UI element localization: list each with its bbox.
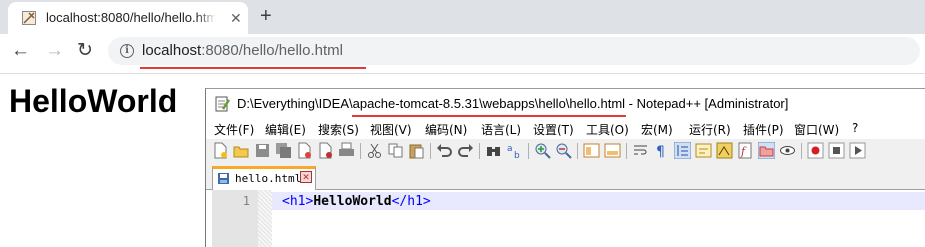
notepad-titlebar: D:\Everything\IDEA\apache-tomcat-8.5.31\…	[206, 89, 925, 119]
svg-text:a: a	[507, 144, 513, 154]
close-file-icon[interactable]	[296, 142, 313, 159]
title-path: apache-tomcat-8.5.31\webapps\hello\hello…	[352, 96, 626, 111]
find-icon[interactable]	[485, 142, 502, 159]
tab-title: localhost:8080/hello/hello.html	[46, 10, 216, 25]
zoom-out-icon[interactable]	[555, 142, 572, 159]
toolbar-separator	[430, 143, 431, 159]
menu-file[interactable]: 文件(F)	[214, 121, 254, 138]
copy-icon[interactable]	[387, 142, 404, 159]
notepad-app-icon	[215, 96, 230, 112]
document-tab[interactable]: hello.html ✕	[212, 166, 316, 190]
browser-tab[interactable]: localhost:8080/hello/hello.html ✕	[8, 2, 248, 34]
redo-icon[interactable]	[457, 142, 474, 159]
paste-icon[interactable]	[408, 142, 425, 159]
code-open-tag: <h1>	[282, 194, 314, 209]
menu-language[interactable]: 语言(L)	[481, 121, 521, 138]
browser-tabstrip: localhost:8080/hello/hello.html ✕ +	[0, 0, 925, 34]
notepad-window: D:\Everything\IDEA\apache-tomcat-8.5.31\…	[205, 88, 925, 247]
code-text: HelloWorld	[313, 194, 392, 209]
toolbar-separator	[479, 143, 480, 159]
menu-help[interactable]: ?	[852, 121, 858, 135]
url-path: :8080/hello/hello.html	[201, 42, 343, 59]
menu-encoding[interactable]: 编码(N)	[425, 121, 467, 138]
title-prefix: D:\Everything\IDEA\	[237, 96, 353, 111]
udl-icon[interactable]	[695, 142, 712, 159]
stop-macro-icon[interactable]	[828, 142, 845, 159]
folder-workspace-icon[interactable]	[758, 142, 775, 159]
file-saved-icon	[218, 173, 229, 184]
menu-run[interactable]: 运行(R)	[689, 121, 731, 138]
editor-area[interactable]: 1 <h1>HelloWorld</h1>	[206, 190, 925, 247]
save-all-icon[interactable]	[275, 142, 292, 159]
notepad-toolbar: ab ¶ f	[206, 139, 925, 163]
site-info-icon[interactable]: i	[120, 44, 134, 58]
document-tab-close-icon[interactable]: ✕	[300, 171, 312, 183]
tab-close-icon[interactable]: ✕	[230, 10, 242, 26]
url-annotation-underline	[140, 67, 366, 69]
title-suffix: - Notepad++ [Administrator]	[625, 96, 789, 111]
play-macro-icon[interactable]	[849, 142, 866, 159]
close-all-icon[interactable]	[317, 142, 334, 159]
line-number: 1	[242, 194, 250, 208]
new-tab-button[interactable]: +	[260, 6, 272, 26]
sync-horizontal-icon[interactable]	[604, 142, 621, 159]
new-file-icon[interactable]	[212, 142, 229, 159]
menu-search[interactable]: 搜索(S)	[318, 121, 359, 138]
path-annotation-underline	[352, 115, 626, 117]
page-heading: HelloWorld	[9, 83, 178, 119]
doc-map-icon[interactable]	[716, 142, 733, 159]
line-number-gutter: 1	[212, 190, 258, 247]
url-text[interactable]: localhost:8080/hello/hello.html	[142, 42, 343, 59]
function-list-icon[interactable]: f	[737, 142, 754, 159]
back-button[interactable]: ←	[11, 41, 30, 61]
fold-margin	[258, 190, 272, 247]
notepad-title: D:\Everything\IDEA\apache-tomcat-8.5.31\…	[237, 96, 788, 111]
reload-button[interactable]: ↻	[77, 41, 93, 61]
toolbar-separator	[626, 143, 627, 159]
url-host: localhost	[142, 42, 202, 59]
open-file-icon[interactable]	[233, 142, 250, 159]
menu-settings[interactable]: 设置(T)	[533, 121, 574, 138]
svg-text:b: b	[514, 151, 520, 159]
save-icon[interactable]	[254, 142, 271, 159]
sync-vertical-icon[interactable]	[583, 142, 600, 159]
svg-text:¶: ¶	[656, 144, 665, 159]
cut-icon[interactable]	[366, 142, 383, 159]
notepad-menubar: 文件(F) 编辑(E) 搜索(S) 视图(V) 编码(N) 语言(L) 设置(T…	[206, 119, 925, 139]
undo-icon[interactable]	[436, 142, 453, 159]
toolbar-separator	[801, 143, 802, 159]
replace-icon[interactable]: ab	[506, 142, 523, 159]
zoom-in-icon[interactable]	[534, 142, 551, 159]
indent-guide-icon[interactable]	[674, 142, 691, 159]
code-line[interactable]: <h1>HelloWorld</h1>	[282, 194, 431, 209]
browser-toolbar: ← → ↻ i localhost:8080/hello/hello.html	[0, 34, 925, 74]
page-favicon-icon	[22, 11, 36, 25]
monitoring-eye-icon[interactable]	[779, 142, 796, 159]
word-wrap-icon[interactable]	[632, 142, 649, 159]
menu-edit[interactable]: 编辑(E)	[265, 121, 306, 138]
address-bar[interactable]: i localhost:8080/hello/hello.html	[108, 37, 920, 65]
toolbar-separator	[577, 143, 578, 159]
menu-tools[interactable]: 工具(O)	[586, 121, 629, 138]
notepad-tabbar: hello.html ✕	[206, 164, 925, 190]
record-macro-icon[interactable]	[807, 142, 824, 159]
toolbar-separator	[360, 143, 361, 159]
menu-plugins[interactable]: 插件(P)	[743, 121, 784, 138]
document-tab-label: hello.html	[235, 172, 302, 185]
toolbar-separator	[528, 143, 529, 159]
show-all-chars-icon[interactable]: ¶	[653, 142, 670, 159]
menu-macro[interactable]: 宏(M)	[641, 121, 673, 138]
print-icon[interactable]	[338, 142, 355, 159]
forward-button[interactable]: →	[45, 41, 64, 61]
menu-window[interactable]: 窗口(W)	[794, 121, 839, 138]
code-close-tag: </h1>	[391, 194, 431, 209]
menu-view[interactable]: 视图(V)	[370, 121, 412, 138]
